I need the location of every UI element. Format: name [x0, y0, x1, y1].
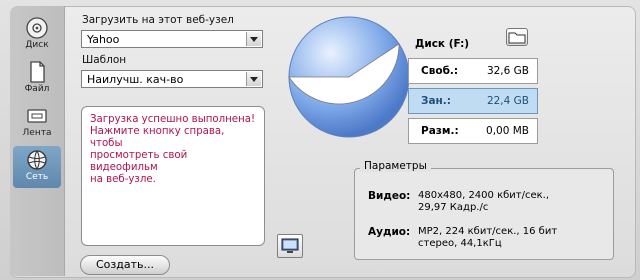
- disk-free-label: Своб.:: [421, 65, 459, 77]
- chevron-down-icon[interactable]: [246, 72, 261, 86]
- upload-site-select[interactable]: Yahoo: [81, 30, 263, 48]
- disk-used-value: 22,4 GB: [486, 95, 529, 107]
- sidebar: Диск Файл Лента Сеть: [10, 6, 65, 276]
- sidebar-item-label: Лента: [22, 128, 52, 138]
- disc-icon: [25, 16, 49, 40]
- audio-value-line: стерео, 44,1кГц: [418, 238, 502, 249]
- sidebar-item-file[interactable]: Файл: [13, 58, 61, 100]
- tape-icon: [25, 104, 49, 128]
- create-button[interactable]: Создать...: [80, 255, 170, 275]
- disk-size-label: Разм.:: [421, 125, 459, 137]
- network-icon: [25, 148, 49, 172]
- status-message-line: Загрузка успешно выполнена!: [90, 114, 256, 125]
- template-select[interactable]: Наилучш. кач-во: [81, 70, 263, 88]
- disk-used-row: Зан.: 22,4 GB: [408, 88, 538, 114]
- disk-free-row: Своб.: 32,6 GB: [408, 58, 538, 84]
- sidebar-item-tape[interactable]: Лента: [13, 102, 61, 144]
- disk-free-value: 32,6 GB: [486, 65, 529, 77]
- disk-usage-pie: [288, 16, 410, 138]
- status-message-box: Загрузка успешно выполнена! Нажмите кноп…: [81, 106, 265, 246]
- sidebar-item-label: Файл: [24, 84, 50, 94]
- browse-folder-button[interactable]: [506, 28, 528, 46]
- video-label: Видео:: [368, 190, 411, 202]
- template-label: Шаблон: [82, 54, 127, 66]
- disk-title: Диск (F:): [415, 38, 470, 50]
- monitor-icon: [281, 238, 299, 253]
- template-value: Наилучш. кач-во: [87, 73, 184, 86]
- parameters-title: Параметры: [360, 160, 431, 172]
- preview-web-button[interactable]: [277, 234, 303, 258]
- audio-value-line: MP2, 224 кбит/сек., 16 бит: [418, 226, 558, 237]
- sidebar-item-disc[interactable]: Диск: [13, 14, 61, 56]
- status-message-line: на веб-узле.: [90, 174, 156, 185]
- status-message-line: Нажмите кнопку справа, чтобы: [90, 126, 225, 149]
- disk-size-row: Разм.: 0,00 MB: [408, 118, 538, 144]
- video-value-line: 480x480, 2400 кбит/сек.,: [418, 190, 550, 201]
- sidebar-item-label: Сеть: [25, 172, 49, 182]
- disk-size-value: 0,00 MB: [486, 125, 529, 137]
- disk-used-label: Зан.:: [421, 95, 451, 107]
- upload-site-value: Yahoo: [87, 33, 120, 46]
- sidebar-item-network[interactable]: Сеть: [13, 146, 61, 188]
- sidebar-item-label: Диск: [25, 40, 49, 50]
- audio-value: MP2, 224 кбит/сек., 16 бит стерео, 44,1к…: [418, 226, 578, 250]
- status-message-line: просмотреть свой видеофильм: [90, 150, 188, 173]
- video-value-line: 29,97 Кадр./с: [418, 202, 489, 213]
- video-value: 480x480, 2400 кбит/сек., 29,97 Кадр./с: [418, 190, 578, 214]
- upload-label: Загрузить на этот веб-узел: [82, 14, 234, 26]
- folder-icon: [508, 32, 526, 44]
- disk-stats: Своб.: 32,6 GB Зан.: 22,4 GB Разм.: 0,00…: [408, 58, 538, 144]
- audio-label: Аудио:: [368, 226, 411, 238]
- file-icon: [25, 60, 49, 84]
- chevron-down-icon[interactable]: [246, 32, 261, 46]
